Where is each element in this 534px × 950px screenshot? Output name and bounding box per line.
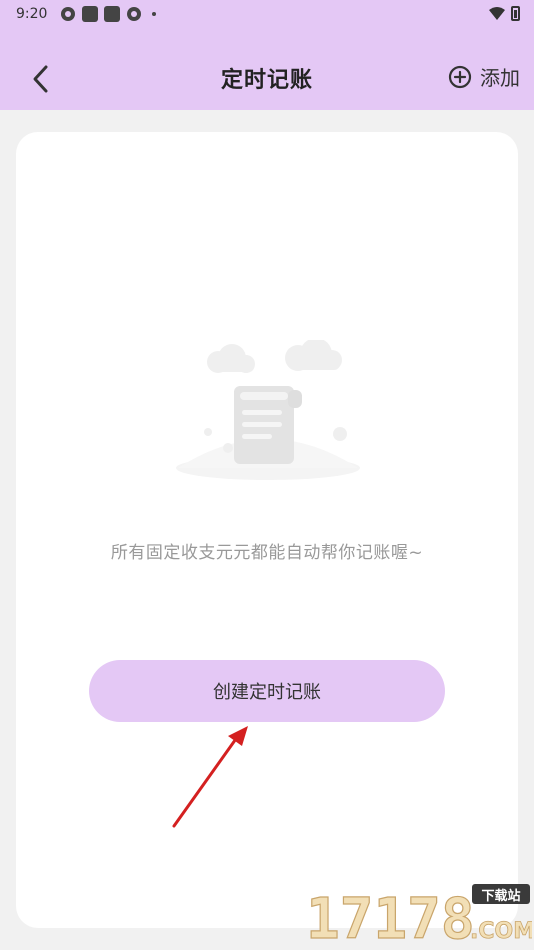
- add-button[interactable]: 添加: [448, 62, 520, 91]
- status-bar: 9:20: [0, 0, 534, 30]
- aperture-icon: [127, 7, 141, 21]
- battery-icon: [511, 6, 520, 21]
- empty-document-illustration: [176, 340, 360, 480]
- wifi-icon: [489, 6, 505, 20]
- site-watermark: 17178 下载站 .COM: [305, 882, 534, 950]
- empty-state-message: 所有固定收支元元都能自动帮你记账喔~: [110, 543, 424, 563]
- system-icons: [489, 6, 520, 21]
- status-time: 9:20: [16, 6, 48, 22]
- app-notification-icon: [82, 6, 98, 22]
- notification-icons: [60, 6, 156, 22]
- watermark-logo: 17178 下载站 .COM: [305, 884, 534, 950]
- app-notification-icon: [104, 6, 120, 22]
- watermark-number: 17178: [306, 887, 475, 944]
- create-scheduled-entry-button[interactable]: 创建定时记账: [89, 660, 445, 722]
- add-label: 添加: [480, 66, 520, 90]
- watermark-domain: .COM: [470, 919, 532, 944]
- annotation-arrow: [172, 726, 248, 828]
- plus-circle-icon: [448, 65, 472, 88]
- more-notifications-icon: [152, 12, 156, 16]
- top-app-bar: 9:20 定时记账 添加: [0, 0, 534, 110]
- content-card: [16, 132, 518, 928]
- aperture-icon: [61, 7, 75, 21]
- watermark-tag: 下载站: [481, 888, 520, 904]
